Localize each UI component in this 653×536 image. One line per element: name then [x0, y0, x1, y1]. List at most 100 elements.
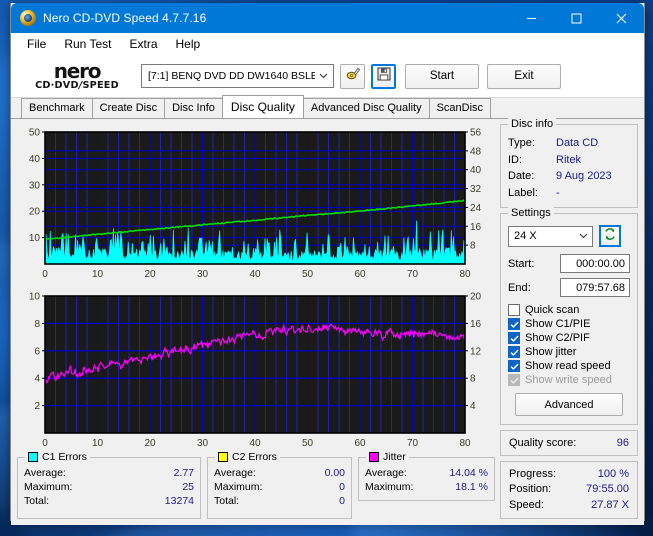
- svg-text:20: 20: [144, 269, 156, 280]
- jitter-average-value: 14.04 %: [449, 467, 488, 479]
- nero-logo: nero CD·DVD/SPEED: [23, 61, 131, 91]
- c1-errors-title: C1 Errors: [42, 451, 87, 463]
- menu-item-help[interactable]: Help: [167, 35, 210, 53]
- quality-score-panel: Quality score: 96: [500, 429, 638, 456]
- menu-item-extra[interactable]: Extra: [120, 35, 166, 53]
- end-label: End:: [508, 281, 531, 294]
- disc-tool-icon: [345, 66, 361, 87]
- disc-label-value: -: [556, 186, 560, 199]
- minimize-icon[interactable]: [509, 3, 554, 33]
- c2-maximum-row: Maximum: 0: [214, 480, 345, 494]
- checkbox-box: [508, 304, 520, 316]
- c2-average-row: Average: 0.00: [214, 466, 345, 480]
- svg-text:10: 10: [29, 233, 41, 244]
- progress-value: 100 %: [597, 467, 629, 480]
- jitter-maximum-label: Maximum:: [365, 481, 414, 493]
- tab-disc-info[interactable]: Disc Info: [164, 98, 223, 118]
- application-window: Nero CD-DVD Speed 4.7.7.16 File Run Test…: [10, 3, 645, 525]
- c1-average-value: 2.77: [173, 467, 194, 479]
- start-input[interactable]: 000:00.00: [560, 254, 630, 273]
- checkbox-show-c1-pie[interactable]: Show C1/PIE: [508, 318, 630, 330]
- jitter-color-swatch: [369, 452, 379, 462]
- jitter-title: Jitter: [383, 451, 406, 463]
- end-input[interactable]: 079:57.68: [560, 278, 630, 297]
- speed-select[interactable]: 24 X: [508, 225, 593, 247]
- disc-label-label: Label:: [508, 186, 538, 199]
- checkbox-label: Show write speed: [525, 374, 612, 386]
- svg-text:70: 70: [407, 269, 419, 280]
- disc-tool-icon-button[interactable]: [340, 63, 365, 89]
- c1-maximum-label: Maximum:: [24, 481, 73, 493]
- checkbox-label: Quick scan: [525, 304, 580, 316]
- start-button[interactable]: Start: [405, 63, 479, 89]
- checkbox-show-jitter[interactable]: Show jitter: [508, 346, 630, 358]
- progress-panel: Progress: 100 % Position: 79:55.00 Speed…: [500, 460, 638, 519]
- checkbox-show-write-speed: Show write speed: [508, 374, 630, 386]
- checkbox-box: [508, 318, 520, 330]
- c1-error-chart: 10 20 30 40 50 8 16 24 32 40 48 56 0 10 20 30 40 50 60 70 80: [17, 124, 495, 284]
- c2-maximum-value: 0: [339, 481, 345, 493]
- jitter-chart: 2 4 6 8 10 4 8 12 16 20 0 10 20 30 40 50 60 70 80: [17, 288, 495, 453]
- svg-text:24: 24: [470, 203, 482, 214]
- tab-scandisc[interactable]: ScanDisc: [428, 98, 492, 118]
- maximize-icon[interactable]: [554, 3, 599, 33]
- svg-text:40: 40: [470, 165, 482, 176]
- nero-logo-subtitle: CD·DVD/SPEED: [22, 81, 132, 91]
- advanced-button[interactable]: Advanced: [515, 393, 623, 416]
- tab-strip: Benchmark Create Disc Disc Info Disc Qua…: [11, 95, 644, 119]
- speed-value: 27.87 X: [591, 498, 629, 511]
- menu-bar: File Run Test Extra Help: [11, 33, 644, 55]
- c1-maximum-row: Maximum: 25: [24, 480, 194, 494]
- c2-average-value: 0.00: [324, 467, 345, 479]
- checkbox-show-c2-pif[interactable]: Show C2/PIF: [508, 332, 630, 344]
- c1-total-row: Total: 13274: [24, 494, 194, 508]
- menu-item-file[interactable]: File: [18, 35, 55, 53]
- checkbox-quick-scan[interactable]: Quick scan: [508, 304, 630, 316]
- disc-label-row: Label: -: [508, 185, 630, 202]
- svg-text:60: 60: [354, 438, 366, 449]
- tab-create-disc[interactable]: Create Disc: [91, 98, 166, 118]
- svg-text:50: 50: [302, 269, 314, 280]
- c2-errors-title: C2 Errors: [232, 451, 277, 463]
- jitter-maximum-row: Maximum: 18.1 %: [365, 480, 488, 494]
- c1-errors-legend: C1 Errors: [25, 451, 90, 463]
- quality-score-label: Quality score:: [509, 436, 577, 449]
- menu-item-run-test[interactable]: Run Test: [55, 35, 120, 53]
- c2-errors-panel: C2 Errors Average: 0.00 Maximum: 0 Total…: [207, 451, 352, 519]
- title-bar: Nero CD-DVD Speed 4.7.7.16: [11, 3, 644, 33]
- speed-label: Speed:: [509, 498, 544, 511]
- tab-benchmark[interactable]: Benchmark: [21, 98, 93, 118]
- c2-maximum-label: Maximum:: [214, 481, 263, 493]
- c1-total-value: 13274: [164, 495, 194, 507]
- jitter-maximum-value: 18.1 %: [455, 481, 488, 493]
- save-button[interactable]: [371, 63, 396, 89]
- speed-row-status: Speed: 27.87 X: [509, 498, 629, 514]
- disc-id-row: ID: Ritek: [508, 152, 630, 169]
- position-row: Position: 79:55.00: [509, 482, 629, 498]
- toolbar: nero CD·DVD/SPEED [7:1] BENQ DVD DD DW16…: [11, 55, 644, 98]
- c1-color-swatch: [28, 452, 38, 462]
- svg-text:10: 10: [29, 292, 41, 303]
- disc-date-row: Date: 9 Aug 2023: [508, 168, 630, 185]
- c2-errors-legend: C2 Errors: [215, 451, 280, 463]
- drive-select[interactable]: [7:1] BENQ DVD DD DW1640 BSLB: [141, 64, 334, 88]
- checkbox-box: [508, 360, 520, 372]
- disc-type-label: Type:: [508, 137, 535, 149]
- c1-errors-panel: C1 Errors Average: 2.77 Maximum: 25 Tota…: [17, 451, 201, 519]
- refresh-button[interactable]: [599, 225, 621, 247]
- svg-text:56: 56: [470, 128, 482, 139]
- tab-disc-quality[interactable]: Disc Quality: [221, 95, 304, 118]
- drive-select-value: [7:1] BENQ DVD DD DW1640 BSLB: [148, 70, 316, 82]
- disc-id-label: ID:: [508, 153, 523, 166]
- exit-button[interactable]: Exit: [487, 63, 561, 89]
- svg-text:8: 8: [470, 241, 476, 252]
- side-panel: Disc info Type: Data CD ID: Ritek Date: …: [500, 118, 638, 519]
- checkbox-show-read-speed[interactable]: Show read speed: [508, 360, 630, 372]
- start-field-row: Start: 000:00.00: [508, 254, 630, 273]
- close-icon[interactable]: [599, 3, 644, 33]
- c1-maximum-value: 25: [182, 481, 194, 493]
- nero-app-icon: [20, 10, 36, 26]
- tab-advanced-disc-quality[interactable]: Advanced Disc Quality: [302, 98, 430, 118]
- position-label: Position:: [509, 483, 552, 495]
- settings-legend: Settings: [508, 207, 554, 219]
